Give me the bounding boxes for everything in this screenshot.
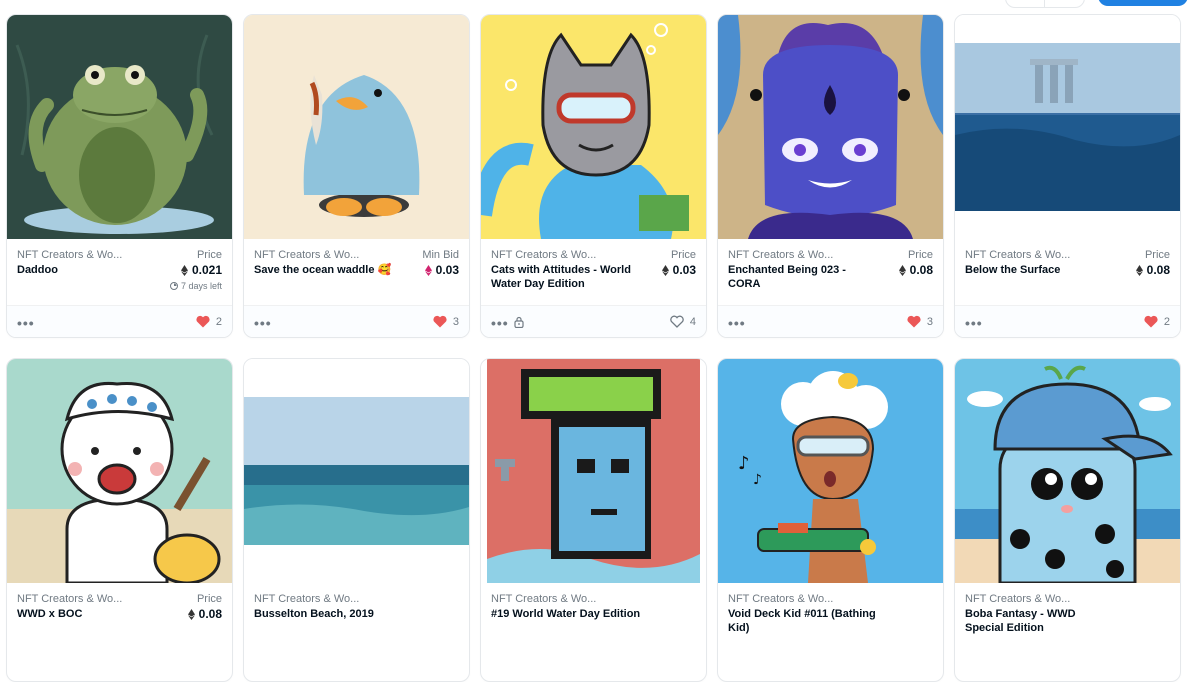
collection-name[interactable]: NFT Creators & Wo...: [254, 593, 382, 605]
time-left: 7 days left: [169, 281, 222, 291]
collection-name[interactable]: NFT Creators & Wo...: [17, 249, 145, 261]
price-value: 0.03: [424, 263, 459, 277]
nft-card[interactable]: NFT Creators & Wo... WWD x BOC Price 0.0…: [6, 358, 233, 682]
price-value: 0.08: [187, 607, 222, 621]
nft-card[interactable]: NFT Creators & Wo... Daddoo Price 0.021 …: [6, 14, 233, 338]
collection-name[interactable]: NFT Creators & Wo...: [728, 593, 856, 605]
nft-name[interactable]: Below the Surface: [965, 263, 1115, 277]
more-options-icon[interactable]: •••: [254, 315, 272, 331]
primary-action-button[interactable]: [1098, 0, 1188, 6]
nft-name[interactable]: Daddoo: [17, 263, 167, 277]
more-options-icon[interactable]: •••: [965, 315, 983, 331]
view-toggle-button[interactable]: [1005, 0, 1085, 8]
collection-name[interactable]: NFT Creators & Wo...: [254, 249, 382, 261]
nft-card[interactable]: NFT Creators & Wo... Enchanted Being 023…: [717, 14, 944, 338]
heart-icon: [1144, 315, 1158, 328]
nft-card[interactable]: NFT Creators & Wo... Below the Surface P…: [954, 14, 1181, 338]
price-value: 0.021: [180, 263, 222, 277]
collection-name[interactable]: NFT Creators & Wo...: [491, 593, 619, 605]
price-value: 0.03: [661, 263, 696, 277]
favorite-button[interactable]: 3: [433, 315, 459, 328]
eth-icon: [661, 264, 669, 276]
more-options-icon[interactable]: •••: [728, 315, 746, 331]
like-count: 3: [926, 315, 933, 328]
nft-image-cat[interactable]: [481, 15, 706, 239]
more-options-icon[interactable]: •••: [491, 315, 509, 331]
favorite-button[interactable]: 4: [670, 315, 696, 328]
eth-icon: [1135, 264, 1143, 276]
nft-name[interactable]: #19 World Water Day Edition: [491, 607, 641, 621]
nft-image-penguin[interactable]: [244, 15, 469, 239]
like-count: 2: [1163, 315, 1170, 328]
like-count: 4: [689, 315, 696, 328]
heart-icon: [196, 315, 210, 328]
like-count: 2: [215, 315, 222, 328]
collection-name[interactable]: NFT Creators & Wo...: [965, 249, 1093, 261]
heart-icon: [907, 315, 921, 328]
nft-name[interactable]: Busselton Beach, 2019: [254, 607, 404, 621]
nft-card[interactable]: NFT Creators & Wo... #19 World Water Day…: [480, 358, 707, 682]
collection-name[interactable]: NFT Creators & Wo...: [17, 593, 145, 605]
price-value: 0.08: [1135, 263, 1170, 277]
price-label: Price: [907, 249, 933, 261]
nft-name[interactable]: WWD x BOC: [17, 607, 167, 621]
collection-name[interactable]: NFT Creators & Wo...: [728, 249, 856, 261]
weth-icon: [424, 264, 432, 276]
more-options-icon[interactable]: •••: [17, 315, 35, 331]
eth-icon: [898, 264, 906, 276]
price-label: Price: [670, 249, 696, 261]
nft-card[interactable]: NFT Creators & Wo... Save the ocean wadd…: [243, 14, 470, 338]
like-count: 3: [452, 315, 459, 328]
nft-name[interactable]: Save the ocean waddle 🥰: [254, 263, 404, 277]
svg-text:♪: ♪: [738, 453, 750, 474]
favorite-button[interactable]: 3: [907, 315, 933, 328]
nft-image-enchanted-being[interactable]: [718, 15, 943, 239]
nft-name[interactable]: Boba Fantasy - WWD Special Edition: [965, 607, 1115, 635]
top-toolbar: [0, 0, 1200, 8]
nft-image-boba[interactable]: [955, 359, 1180, 583]
nft-image-frog[interactable]: [7, 15, 232, 239]
nft-image-pixel-punk[interactable]: [481, 359, 706, 583]
favorite-button[interactable]: 2: [196, 315, 222, 328]
nft-card[interactable]: NFT Creators & Wo... Cats with Attitudes…: [480, 14, 707, 338]
collection-name[interactable]: NFT Creators & Wo...: [965, 593, 1093, 605]
price-label: Min Bid: [422, 249, 459, 261]
heart-icon: [433, 315, 447, 328]
price-label: Price: [1144, 249, 1170, 261]
price-label: Price: [196, 249, 222, 261]
lock-icon: [514, 316, 524, 328]
clock-icon: [169, 282, 178, 290]
nft-image-water-skyline[interactable]: [955, 15, 1180, 239]
nft-name[interactable]: Void Deck Kid #011 (Bathing Kid): [728, 607, 878, 635]
price-label: Price: [196, 593, 222, 605]
nft-card[interactable]: ♪ ♪ NFT Creators & Wo... Void Deck Kid #…: [717, 358, 944, 682]
nft-card[interactable]: NFT Creators & Wo... Boba Fantasy - WWD …: [954, 358, 1181, 682]
nft-name[interactable]: Enchanted Being 023 - CORA: [728, 263, 878, 291]
nft-image-polar-bear[interactable]: [7, 359, 232, 583]
favorite-button[interactable]: 2: [1144, 315, 1170, 328]
heart-outline-icon: [670, 315, 684, 328]
nft-card[interactable]: NFT Creators & Wo... Busselton Beach, 20…: [243, 358, 470, 682]
nft-grid: NFT Creators & Wo... Daddoo Price 0.021 …: [6, 14, 1181, 682]
nft-image-beach[interactable]: [244, 359, 469, 583]
price-value: 0.08: [898, 263, 933, 277]
collection-name[interactable]: NFT Creators & Wo...: [491, 249, 619, 261]
eth-icon: [187, 608, 195, 620]
nft-name[interactable]: Cats with Attitudes - World Water Day Ed…: [491, 263, 641, 291]
nft-image-bathing-kid[interactable]: ♪ ♪: [718, 359, 943, 583]
eth-icon: [180, 264, 188, 276]
svg-text:♪: ♪: [753, 472, 762, 488]
